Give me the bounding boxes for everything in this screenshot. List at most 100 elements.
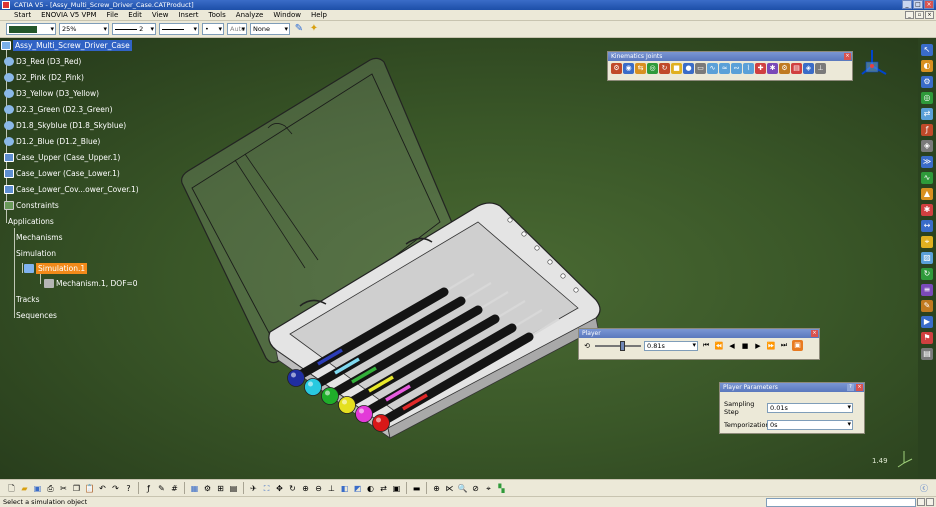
close-button[interactable]: ×	[924, 0, 934, 9]
play-backward-icon[interactable]: ◀	[727, 342, 737, 350]
line-type-combo[interactable]	[159, 23, 199, 35]
cut-icon[interactable]: ✂	[58, 483, 69, 494]
trace-icon[interactable]: ∿	[921, 172, 933, 184]
player-parameters-close-button[interactable]: ×	[856, 384, 863, 391]
player-title[interactable]: Player ×	[579, 329, 819, 338]
player-time-field[interactable]: 0.81s	[644, 340, 698, 351]
player-time-slider[interactable]	[595, 340, 641, 351]
cv-joint-icon[interactable]: ✱	[767, 63, 778, 74]
transparency-combo[interactable]: 25%	[59, 23, 109, 35]
tree-part[interactable]: D2.3_Green (D2.3_Green)	[4, 104, 113, 115]
step-forward-icon[interactable]: ⏩	[766, 342, 776, 350]
shading-icon[interactable]: ◩	[352, 483, 363, 494]
loop-mode-icon[interactable]: ⟲	[582, 342, 592, 350]
player-close-button[interactable]: ×	[811, 330, 818, 337]
swap-space-icon[interactable]: ⇄	[378, 483, 389, 494]
layer-auto-combo[interactable]: Auto	[227, 23, 247, 35]
doc-close-button[interactable]: ×	[925, 11, 934, 19]
law-icon[interactable]: ƒ	[921, 124, 933, 136]
step-back-icon[interactable]: ⏪	[714, 342, 724, 350]
redo-icon[interactable]: ↷	[110, 483, 121, 494]
save-icon[interactable]: ▣	[32, 483, 43, 494]
measure-icon[interactable]: ⌖	[921, 236, 933, 248]
doc-minimize-button[interactable]: _	[905, 11, 914, 19]
tree-part[interactable]: D3_Yellow (D3_Yellow)	[4, 88, 99, 99]
prismatic-joint-icon[interactable]: ⇆	[635, 63, 646, 74]
measure-icon[interactable]: ⊕	[431, 483, 442, 494]
tree-part[interactable]: D1.2_Blue (D1.2_Blue)	[4, 136, 100, 147]
spherical-joint-icon[interactable]: ●	[683, 63, 694, 74]
knowledge-icon[interactable]: ⚙	[202, 483, 213, 494]
cable-joint-icon[interactable]: ◈	[803, 63, 814, 74]
format-painter-icon[interactable]: ✎	[293, 23, 305, 35]
kinematics-close-button[interactable]: ×	[844, 53, 851, 60]
line-weight-combo[interactable]: 2	[112, 23, 156, 35]
video-icon[interactable]: ▤	[921, 348, 933, 360]
open-icon[interactable]: ▰	[19, 483, 30, 494]
zoom-in-icon[interactable]: ⊕	[300, 483, 311, 494]
formula-icon[interactable]: ƒ	[143, 483, 154, 494]
tree-part[interactable]: Case_Upper (Case_Upper.1)	[4, 152, 120, 163]
help-button[interactable]: ?	[847, 384, 854, 391]
print-icon[interactable]: ⎙	[45, 483, 56, 494]
tree-sequences[interactable]: Sequences	[16, 310, 57, 321]
simulation-analysis-icon[interactable]: ▚	[496, 483, 507, 494]
player-parameters-title[interactable]: Player Parameters ? ×	[720, 383, 864, 392]
tree-mechanisms[interactable]: Mechanisms	[16, 232, 63, 243]
swept-volume-icon[interactable]: ▲	[921, 188, 933, 200]
speed-icon[interactable]: ≫	[921, 156, 933, 168]
tree-mechanism-1[interactable]: Mechanism.1, DOF=0	[44, 278, 138, 289]
maximize-button[interactable]: □	[913, 0, 923, 9]
tree-constraints[interactable]: Constraints	[4, 200, 59, 211]
cursor-icon[interactable]: ↖	[921, 44, 933, 56]
3d-compass-icon[interactable]: ⌖	[483, 483, 494, 494]
sampling-step-field[interactable]: 0.01s	[767, 403, 853, 413]
screw-joint-icon[interactable]: ↻	[659, 63, 670, 74]
play-forward-icon[interactable]: ▶	[753, 342, 763, 350]
revolute-joint-icon[interactable]: ◉	[623, 63, 634, 74]
slide-curve-joint-icon[interactable]: ≈	[719, 63, 730, 74]
skip-to-start-icon[interactable]: ⏮	[701, 341, 711, 350]
mechanism-dressup-icon[interactable]: ⚙	[611, 63, 622, 74]
render-icon[interactable]: ▣	[391, 483, 402, 494]
simulation-icon[interactable]: ◐	[921, 60, 933, 72]
rotate-icon[interactable]: ↻	[287, 483, 298, 494]
tree-simulation[interactable]: Simulation	[16, 248, 56, 259]
menu-window[interactable]: Window	[268, 10, 306, 21]
menu-analyze[interactable]: Analyze	[231, 10, 269, 21]
tree-part[interactable]: Case_Lower_Cov...ower_Cover.1)	[4, 184, 139, 195]
minimize-button[interactable]: _	[902, 0, 912, 9]
power-input-options-button[interactable]	[926, 498, 934, 506]
point-style-combo[interactable]: •	[202, 23, 224, 35]
assembly-icon[interactable]: ▤	[228, 483, 239, 494]
section-icon[interactable]: ▨	[921, 252, 933, 264]
menu-view[interactable]: View	[147, 10, 174, 21]
catalog-icon[interactable]: ▦	[189, 483, 200, 494]
point-surface-joint-icon[interactable]: ⌇	[743, 63, 754, 74]
planar-joint-icon[interactable]: ▭	[695, 63, 706, 74]
roll-curve-joint-icon[interactable]: ∾	[731, 63, 742, 74]
menu-enovia[interactable]: ENOVIA V5 VPM	[36, 10, 101, 21]
power-input-field[interactable]	[766, 498, 916, 507]
clash-analysis-icon[interactable]: ⋉	[444, 483, 455, 494]
fly-mode-icon[interactable]: ✈	[248, 483, 259, 494]
distance-icon[interactable]: ↔	[921, 220, 933, 232]
temporization-field[interactable]: 0s	[767, 420, 853, 430]
tree-tracks[interactable]: Tracks	[16, 294, 40, 305]
undo-icon[interactable]: ↶	[97, 483, 108, 494]
edit-simulation-icon[interactable]: ✎	[921, 300, 933, 312]
universal-joint-icon[interactable]: ✚	[755, 63, 766, 74]
layer-combo[interactable]: None	[250, 23, 290, 35]
compile-icon[interactable]: ⚑	[921, 332, 933, 344]
doc-restore-button[interactable]: ▫	[915, 11, 924, 19]
command-icon[interactable]: ⇄	[921, 108, 933, 120]
tree-part[interactable]: Case_Lower (Case_Lower.1)	[4, 168, 120, 179]
camera-icon[interactable]: ▬	[411, 483, 422, 494]
skip-to-end-icon[interactable]: ⏭	[779, 341, 789, 350]
copy-format-icon[interactable]: ✦	[308, 23, 320, 35]
copy-icon[interactable]: ❐	[71, 483, 82, 494]
zoom-out-icon[interactable]: ⊖	[313, 483, 324, 494]
pan-icon[interactable]: ✥	[274, 483, 285, 494]
power-input-submit-button[interactable]	[917, 498, 925, 506]
normal-view-icon[interactable]: ⊥	[326, 483, 337, 494]
